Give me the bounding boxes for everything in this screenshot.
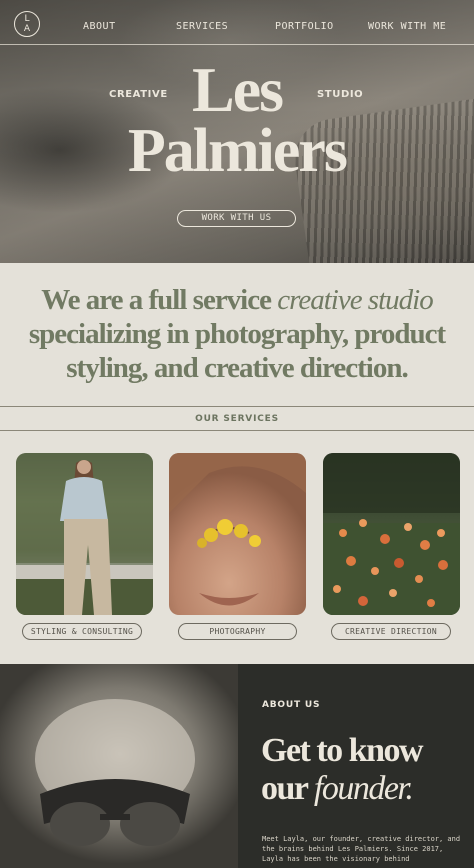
intro-statement: We are a full service creative studio sp… xyxy=(10,283,464,385)
intro-text-part1: We are a full service xyxy=(41,284,278,316)
photography-photo-illustration xyxy=(169,453,306,606)
photography-image[interactable] xyxy=(169,453,306,615)
about-panel: ABOUT US Get to know our founder. Meet La… xyxy=(238,664,474,868)
founder-photo xyxy=(0,664,238,868)
about-heading-italic: founder. xyxy=(313,770,414,807)
top-nav: L A ABOUT SERVICES PORTFOLIO WORK WITH M… xyxy=(0,0,474,45)
intro-text-italic: creative studio xyxy=(277,284,433,316)
logo-letter-top: L xyxy=(24,14,30,24)
intro-text-part2: specializing in photography, product sty… xyxy=(28,318,446,384)
styling-consulting-image[interactable] xyxy=(16,453,153,615)
creative-direction-photo-illustration xyxy=(323,453,460,615)
about-body-text: Meet Layla, our founder, creative direct… xyxy=(262,835,461,863)
brand-title-line1: Les xyxy=(192,54,284,125)
about-heading: Get to know our founder. xyxy=(261,732,466,808)
about-us-label: ABOUT US xyxy=(262,700,321,710)
services-title: OUR SERVICES xyxy=(195,414,279,424)
work-with-us-button[interactable]: WORK WITH US xyxy=(177,210,296,227)
creative-direction-image[interactable] xyxy=(323,453,460,615)
services-header-bar: OUR SERVICES xyxy=(0,406,474,431)
nav-link-services[interactable]: SERVICES xyxy=(176,21,228,32)
nav-link-work-with-me[interactable]: WORK WITH ME xyxy=(368,21,446,32)
about-heading-line1: Get to know xyxy=(261,732,424,769)
founder-photo-illustration xyxy=(35,699,195,846)
intro-section: We are a full service creative studio sp… xyxy=(0,263,474,406)
nav-link-portfolio[interactable]: PORTFOLIO xyxy=(275,21,334,32)
logo-letter-bottom: A xyxy=(23,24,31,34)
photography-button[interactable]: PHOTOGRAPHY xyxy=(178,623,297,640)
about-heading-line2: our xyxy=(261,770,314,807)
logo-monogram[interactable]: L A xyxy=(14,11,40,37)
styling-consulting-button[interactable]: STYLING & CONSULTING xyxy=(22,623,142,640)
styling-photo-illustration xyxy=(16,453,153,615)
about-section: ABOUT US Get to know our founder. Meet La… xyxy=(0,664,474,868)
services-section: OUR SERVICES STYLING & CONSULTING PHOTOG… xyxy=(0,406,474,664)
creative-direction-button[interactable]: CREATIVE DIRECTION xyxy=(331,623,451,640)
nav-link-about[interactable]: ABOUT xyxy=(83,21,116,32)
brand-title-line2: Palmiers xyxy=(127,117,348,185)
hero-section: L A ABOUT SERVICES PORTFOLIO WORK WITH M… xyxy=(0,0,474,263)
